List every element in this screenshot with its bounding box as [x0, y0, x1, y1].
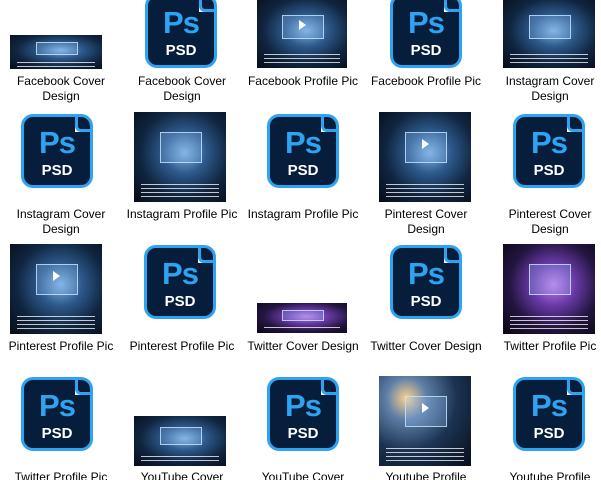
file-label: Facebook Cover Design	[16, 74, 106, 103]
file-label: Twitter Profile Pic	[14, 470, 108, 480]
photoshop-file-icon: Ps PSD	[267, 377, 339, 451]
file-label: Pinterest Cover Design	[508, 207, 592, 236]
file-label: Twitter Cover Design	[370, 339, 482, 353]
photoshop-file-icon: Ps PSD	[513, 114, 585, 188]
image-thumbnail	[134, 416, 226, 466]
file-label: YouTube Cover	[140, 470, 224, 480]
photoshop-file-icon: Ps PSD	[144, 245, 216, 319]
image-thumbnail	[503, 244, 595, 334]
photoshop-file-icon: Ps PSD	[21, 377, 93, 451]
file-label: Youtube Profile	[509, 470, 591, 480]
image-thumbnail	[257, 303, 347, 333]
file-label: Twitter Profile Pic	[503, 339, 597, 353]
file-label: Facebook Cover Design	[137, 74, 227, 103]
photoshop-file-icon: Ps PSD	[267, 114, 339, 188]
photoshop-file-icon: Ps PSD	[21, 114, 93, 188]
image-thumbnail	[257, 0, 347, 68]
file-label: Pinterest Profile Pic	[8, 339, 114, 353]
image-thumbnail	[379, 112, 471, 202]
photoshop-file-icon: Ps PSD	[145, 0, 217, 68]
file-label: Instagram Profile Pic	[126, 207, 238, 221]
file-label: Pinterest Profile Pic	[129, 339, 235, 353]
photoshop-file-icon: Ps PSD	[390, 0, 462, 68]
file-label: Twitter Cover Design	[247, 339, 359, 353]
file-label: Facebook Profile Pic	[370, 74, 482, 88]
file-label: Instagram Cover Design	[505, 74, 595, 103]
photoshop-file-icon: Ps PSD	[513, 377, 585, 451]
image-thumbnail	[134, 112, 226, 202]
image-thumbnail	[503, 0, 595, 68]
file-label: Youtube Profile	[385, 470, 467, 480]
image-thumbnail	[10, 35, 102, 69]
photoshop-file-icon: Ps PSD	[390, 245, 462, 319]
file-label: YouTube Cover	[261, 470, 345, 480]
image-thumbnail	[10, 244, 102, 334]
file-label: Pinterest Cover Design	[384, 207, 468, 236]
file-label: Instagram Profile Pic	[247, 207, 359, 221]
file-label: Facebook Profile Pic	[247, 74, 359, 88]
file-label: Instagram Cover Design	[16, 207, 106, 236]
image-thumbnail	[379, 376, 471, 466]
